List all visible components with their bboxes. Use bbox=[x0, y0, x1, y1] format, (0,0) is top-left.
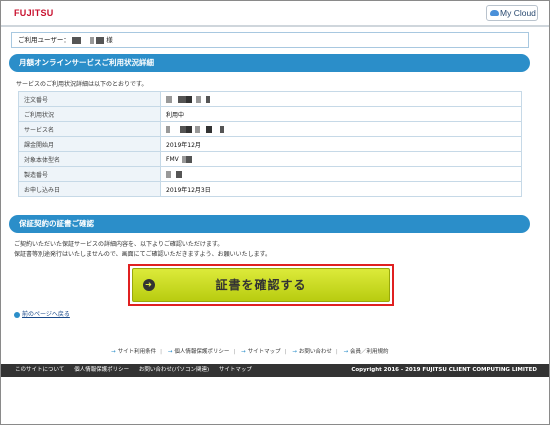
footer-link-about[interactable]: このサイトについて bbox=[15, 367, 64, 373]
footer-links: このサイトについて 個人情報保護ポリシー お問い合わせ(パソコン関連) サイトマ… bbox=[15, 364, 260, 377]
page-frame: FUJITSU My Cloud ご利用ユーザー： 様 月額オンラインサービスご… bbox=[0, 0, 550, 425]
footer-nav-membership[interactable]: 会員／利用規約 bbox=[350, 349, 389, 355]
warranty-desc-line1: ご契約いただいた保証サービスの詳細内容を、以下よりご確認いただけます。 bbox=[14, 241, 224, 248]
model-prefix: FMV bbox=[166, 155, 179, 163]
table-row: ご利用状況 利用中 bbox=[18, 106, 522, 122]
row-value-redacted bbox=[160, 121, 522, 137]
usage-section-header: 月額オンラインサービスご利用状況詳細 bbox=[9, 54, 530, 72]
header: FUJITSU My Cloud bbox=[1, 1, 549, 25]
row-value: 利用中 bbox=[160, 106, 522, 122]
row-value: 2019年12月3日 bbox=[160, 181, 522, 197]
usage-detail-table: 注文番号 ご利用状況 利用中 サービス名 課金開始月 2019年12月 対象本体… bbox=[18, 91, 522, 197]
table-row: 製造番号 bbox=[18, 166, 522, 182]
row-value: 2019年12月 bbox=[160, 136, 522, 152]
table-row: 課金開始月 2019年12月 bbox=[18, 136, 522, 152]
footer-link-privacy[interactable]: 個人情報保護ポリシー bbox=[74, 367, 129, 373]
row-label: 対象本体型名 bbox=[18, 151, 161, 167]
warranty-desc-line2: 保証書等別途発行はいたしませんので、画面にてご確認いただきますよう、お願いいたし… bbox=[14, 251, 271, 258]
confirm-button-label: 証書を確認する bbox=[215, 278, 307, 292]
user-label: ご利用ユーザー： bbox=[18, 36, 70, 44]
redacted-name bbox=[96, 36, 105, 44]
arrow-icon: → bbox=[343, 349, 349, 355]
footer-link-sitemap[interactable]: サイトマップ bbox=[219, 367, 252, 373]
arrow-right-icon: ➜ bbox=[143, 279, 155, 291]
user-suffix: 様 bbox=[106, 36, 113, 44]
arrow-icon: → bbox=[292, 349, 297, 355]
footer-nav-contact[interactable]: お問い合わせ bbox=[299, 349, 332, 355]
table-row: サービス名 bbox=[18, 121, 522, 137]
mycloud-logo[interactable]: My Cloud bbox=[486, 5, 538, 21]
row-label: 製造番号 bbox=[18, 166, 161, 182]
confirm-button-highlight: ➜ 証書を確認する bbox=[128, 264, 394, 306]
row-label: お申し込み日 bbox=[18, 181, 161, 197]
mycloud-label: My Cloud bbox=[500, 8, 536, 18]
confirm-certificate-button[interactable]: ➜ 証書を確認する bbox=[132, 268, 390, 302]
row-value-redacted bbox=[160, 166, 522, 182]
copyright-text: Copyright 2016 - 2019 FUJITSU CLIENT COM… bbox=[351, 367, 537, 373]
row-value-model: FMV bbox=[160, 151, 522, 167]
row-label: ご利用状況 bbox=[18, 106, 161, 122]
header-divider bbox=[1, 25, 549, 27]
redacted-name bbox=[90, 36, 95, 44]
footer-nav: → サイト利用条件 | → 個人情報保護ポリシー | → サイトマップ | → お問い合わせ |… bbox=[111, 349, 389, 355]
table-row: 注文番号 bbox=[18, 91, 522, 107]
usage-intro-text: サービスのご利用状況詳細は以下のとおりです。 bbox=[16, 81, 148, 88]
cloud-icon bbox=[490, 10, 499, 16]
footer-bar: このサイトについて 個人情報保護ポリシー お問い合わせ(パソコン関連) サイトマ… bbox=[1, 364, 549, 377]
arrow-icon: → bbox=[111, 349, 116, 355]
footer-link-contact[interactable]: お問い合わせ(パソコン関連) bbox=[139, 367, 209, 373]
back-link[interactable]: 前のページへ戻る bbox=[14, 309, 70, 318]
arrow-icon: → bbox=[240, 349, 246, 355]
row-value-redacted bbox=[160, 91, 522, 107]
row-label: 注文番号 bbox=[18, 91, 161, 107]
footer-nav-privacy[interactable]: 個人情報保護ポリシー bbox=[174, 349, 229, 355]
table-row: 対象本体型名 FMV bbox=[18, 151, 522, 167]
warranty-section-header: 保証契約の証書ご確認 bbox=[9, 215, 530, 233]
table-row: お申し込み日 2019年12月3日 bbox=[18, 181, 522, 197]
row-label: 課金開始月 bbox=[18, 136, 161, 152]
footer-nav-terms[interactable]: サイト利用条件 bbox=[118, 349, 157, 355]
fujitsu-logo[interactable]: FUJITSU bbox=[14, 8, 54, 18]
footer-nav-sitemap[interactable]: サイトマップ bbox=[248, 349, 281, 355]
user-info-box: ご利用ユーザー： 様 bbox=[11, 32, 529, 48]
arrow-icon: → bbox=[167, 349, 173, 355]
redacted-name bbox=[71, 36, 81, 44]
bullet-icon bbox=[14, 311, 20, 318]
row-label: サービス名 bbox=[18, 121, 161, 137]
